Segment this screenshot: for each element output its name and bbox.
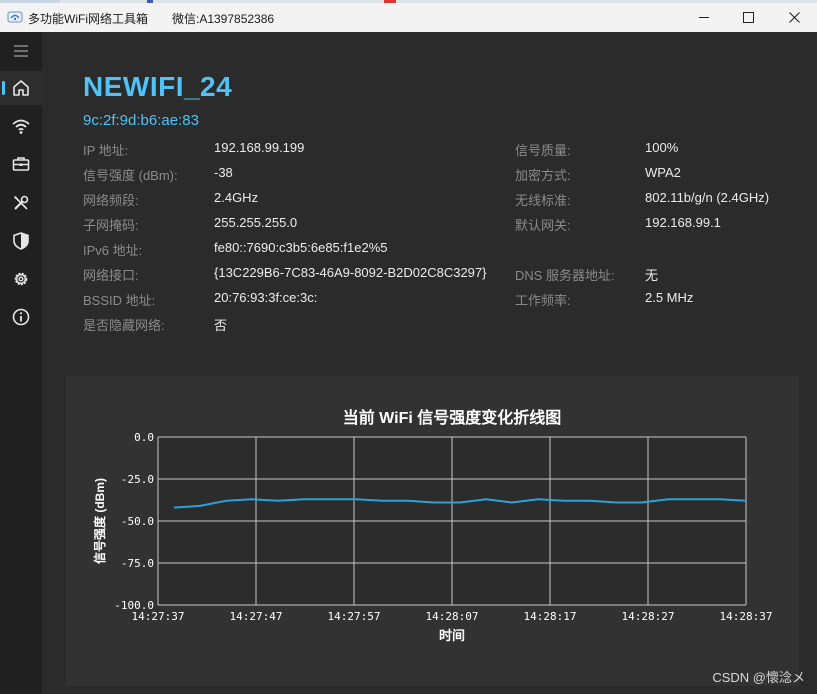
field-label: 网络频段:	[83, 193, 139, 208]
home-icon	[13, 80, 29, 96]
field-value: WPA2	[645, 165, 681, 180]
x-tick-label: 14:27:57	[328, 610, 381, 623]
sidebar	[0, 32, 42, 694]
x-tick-label: 14:28:17	[524, 610, 577, 623]
ssid-title: NEWIFI_24	[83, 71, 233, 102]
watermark: CSDN @懷淰メ	[712, 670, 805, 685]
field-value: 192.168.99.199	[214, 140, 305, 155]
sidebar-item-home[interactable]	[0, 71, 42, 105]
sidebar-item-about[interactable]	[0, 300, 42, 334]
x-axis-label: 时间	[439, 628, 465, 643]
app-logo-icon	[7, 11, 23, 23]
field-label: 网络接口:	[83, 268, 139, 283]
title-bar: 多功能WiFi网络工具箱 微信:A1397852386	[0, 3, 817, 32]
minimize-icon	[699, 17, 709, 18]
field-value: 20:76:93:3f:ce:3c:	[214, 290, 318, 305]
close-icon	[788, 12, 800, 23]
field-value: 802.11b/g/n (2.4GHz)	[645, 190, 770, 205]
field-label: IPv6 地址:	[83, 243, 143, 258]
x-tick-label: 14:28:07	[426, 610, 479, 623]
field-label: 工作频率:	[515, 293, 571, 308]
main-content: NEWIFI_24 9c:2f:9d:b6:ae:83 IP 地址: 192.16…	[42, 32, 817, 694]
field-label: 是否隐藏网络:	[83, 318, 165, 333]
wifi-icon	[12, 119, 30, 134]
field-value: 100%	[645, 140, 679, 155]
minimize-button[interactable]	[681, 3, 727, 32]
field-label: 子网掩码:	[83, 218, 139, 233]
field-label: 信号强度 (dBm):	[83, 168, 178, 183]
field-value: 2.5 MHz	[645, 290, 694, 305]
x-tick-label: 14:28:27	[622, 610, 675, 623]
x-tick-label: 14:27:37	[132, 610, 185, 623]
field-value: 2.4GHz	[214, 190, 259, 205]
field-value: 255.255.255.0	[214, 215, 298, 230]
sidebar-item-toolbox[interactable]	[0, 147, 42, 181]
sidebar-item-settings[interactable]	[0, 262, 42, 296]
close-button[interactable]	[771, 3, 817, 32]
x-tick-label: 14:28:37	[720, 610, 773, 623]
menu-icon	[14, 45, 28, 57]
sidebar-item-wifi[interactable]	[0, 109, 42, 143]
field-label: 信号质量:	[515, 143, 571, 158]
chart-title: 当前 WiFi 信号强度变化折线图	[343, 408, 562, 427]
field-label: 加密方式:	[515, 168, 571, 183]
field-label: 默认网关:	[515, 218, 571, 233]
field-value: -38	[214, 165, 233, 180]
y-tick-label: -25.0	[121, 473, 154, 486]
y-tick-label: 0.0	[134, 431, 154, 444]
y-axis-label: 信号强度 (dBm)	[92, 478, 107, 564]
shield-icon	[13, 232, 29, 250]
window-title: 多功能WiFi网络工具箱	[28, 12, 148, 26]
field-label: IP 地址:	[83, 143, 129, 158]
tools-icon	[14, 195, 29, 210]
field-value: {13C229B6-7C83-46A9-8092-B2D02C8C3297}	[214, 265, 487, 280]
y-tick-label: -75.0	[121, 557, 154, 570]
window-subtitle: 微信:A1397852386	[172, 12, 275, 26]
sidebar-item-security[interactable]	[0, 224, 42, 258]
maximize-icon	[742, 12, 754, 23]
gear-icon	[14, 272, 28, 286]
sidebar-item-tools[interactable]	[0, 186, 42, 220]
maximize-button[interactable]	[725, 3, 771, 32]
toolbox-icon	[12, 157, 30, 171]
mac-address: 9c:2f:9d:b6:ae:83	[83, 112, 199, 129]
x-tick-label: 14:27:47	[230, 610, 283, 623]
field-value: fe80::7690:c3b5:6e85:f1e2%5	[214, 240, 388, 255]
field-value: 无	[645, 268, 659, 283]
menu-toggle-button[interactable]	[0, 34, 42, 68]
y-tick-label: -50.0	[121, 515, 154, 528]
field-label: DNS 服务器地址:	[515, 268, 615, 283]
field-value: 否	[214, 318, 228, 333]
field-value: 192.168.99.1	[645, 215, 721, 230]
signal-chart-panel: 0.0 -25.0 -50.0 -75.0 -100.0 14:27:37 14:27:47…	[66, 376, 799, 686]
field-label: 无线标准:	[515, 193, 571, 208]
field-label: BSSID 地址:	[83, 293, 156, 308]
info-icon	[12, 308, 30, 326]
signal-chart: 0.0-25.0-50.0-75.0-100.014:27:37 14:27:47…	[92, 408, 773, 643]
